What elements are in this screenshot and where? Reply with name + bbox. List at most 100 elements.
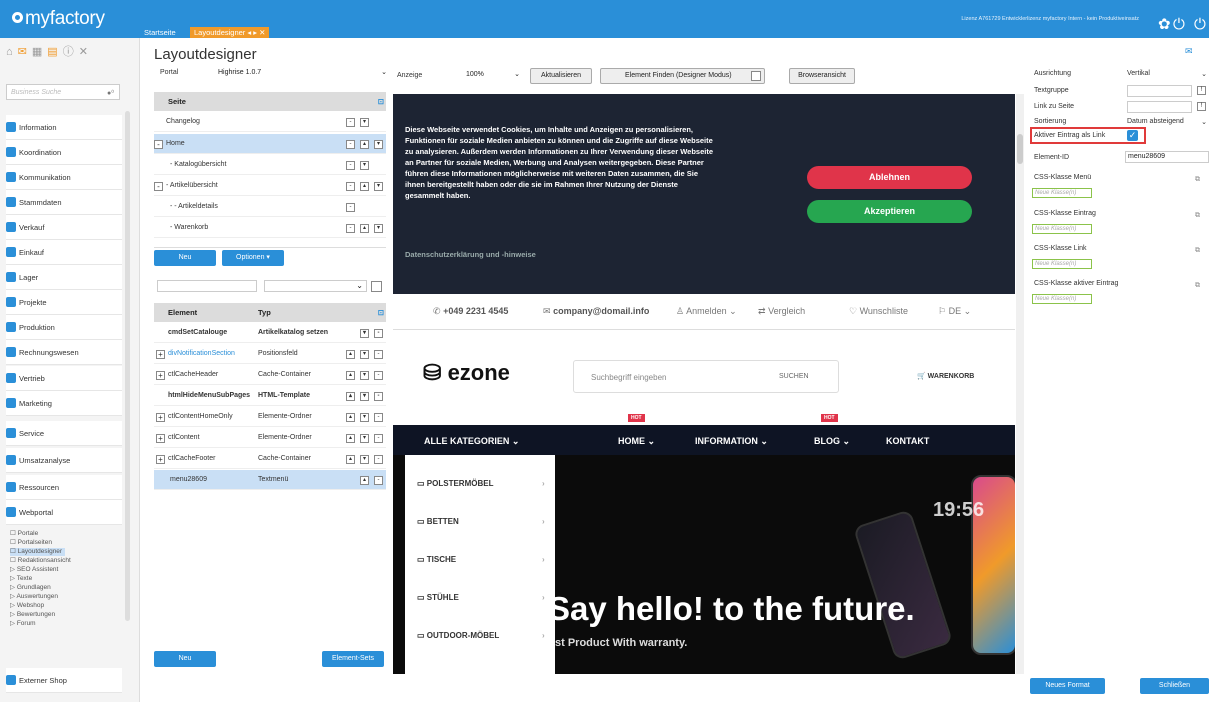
nav-marketing[interactable]: Marketing bbox=[6, 391, 122, 416]
category-item[interactable]: ▭ OUTDOOR-MÖBEL › bbox=[417, 631, 545, 640]
new-format-button[interactable]: Neues Format bbox=[1030, 678, 1105, 694]
row-checkbox[interactable]: - bbox=[346, 203, 355, 212]
row-up-icon[interactable]: ▴ bbox=[346, 371, 355, 380]
row-menu-icon[interactable]: ▾ bbox=[360, 118, 369, 127]
copy-icon[interactable]: ⧉ bbox=[1195, 176, 1200, 184]
business-search-input[interactable]: Business Suche bbox=[6, 84, 120, 100]
element-row[interactable]: + ctlCacheFooter Cache-Container ▴ ▾ - bbox=[154, 449, 386, 469]
expand-row-icon[interactable]: + bbox=[156, 455, 165, 464]
filter-input[interactable] bbox=[157, 280, 257, 292]
sidebar-scrollbar[interactable] bbox=[125, 111, 130, 621]
aktiv-link-checkbox[interactable]: ✓ bbox=[1127, 130, 1138, 141]
subnav-webshop[interactable]: ▷ Webshop bbox=[10, 602, 44, 610]
category-item[interactable]: ▭ STÜHLE › bbox=[417, 593, 545, 602]
element-row-selected[interactable]: menu28609 Textmenü ▴ - bbox=[154, 470, 386, 490]
email-info[interactable]: ✉ company@domail.info bbox=[543, 306, 649, 317]
css-aktiv-input[interactable]: Neue Klasse(n) bbox=[1032, 294, 1092, 304]
row-checkbox[interactable]: - bbox=[346, 140, 355, 149]
expand-row-icon[interactable]: + bbox=[156, 371, 165, 380]
page-row[interactable]: - Katalogübersicht - ▾ bbox=[154, 155, 386, 175]
page-row[interactable]: Changelog - ▾ bbox=[154, 112, 386, 132]
page-row[interactable]: -- Artikelübersicht - ▴ ▾ bbox=[154, 176, 386, 196]
subnav-portale[interactable]: ☐ Portale bbox=[10, 530, 38, 538]
row-up-icon[interactable]: ▴ bbox=[360, 476, 369, 485]
row-more-icon[interactable]: - bbox=[374, 413, 383, 422]
nav-webportal[interactable]: Webportal bbox=[6, 500, 122, 525]
page-row[interactable]: - Home - ▴ ▾ bbox=[154, 134, 386, 154]
mail-icon[interactable]: ✉ bbox=[18, 46, 32, 58]
nav-produktion[interactable]: Produktion bbox=[6, 315, 122, 340]
nav-blog[interactable]: BLOG ⌄ bbox=[814, 436, 850, 447]
tab-startseite[interactable]: Startseite bbox=[140, 27, 180, 38]
home-icon[interactable]: ⌂ bbox=[6, 46, 18, 58]
row-up-icon[interactable]: ▴ bbox=[346, 434, 355, 443]
element-sets-button[interactable]: Element-Sets bbox=[322, 651, 384, 667]
copy-icon[interactable]: ⧉ bbox=[1195, 212, 1200, 220]
website-preview[interactable]: Diese Webseite verwendet Cookies, um Inh… bbox=[393, 94, 1015, 674]
row-menu-icon[interactable]: ▾ bbox=[360, 371, 369, 380]
preview-scroll-thumb[interactable] bbox=[1017, 134, 1023, 164]
subnav-grundlagen[interactable]: ▷ Grundlagen bbox=[10, 584, 51, 592]
subnav-texte[interactable]: ▷ Texte bbox=[10, 575, 32, 583]
nav-stammdaten[interactable]: Stammdaten bbox=[6, 190, 122, 215]
brand-logo[interactable]: ⛁ ezone bbox=[423, 360, 510, 386]
nav-umsatzanalyse[interactable]: Umsatzanalyse bbox=[6, 448, 122, 473]
filter-checkbox[interactable] bbox=[371, 281, 382, 292]
options-button[interactable]: Optionen ▾ bbox=[222, 250, 284, 266]
expand-row-icon[interactable]: + bbox=[156, 350, 165, 359]
portal-select[interactable]: Highrise 1.0.7 ⌄ bbox=[214, 66, 389, 79]
row-more-icon[interactable]: - bbox=[374, 476, 383, 485]
row-up-icon[interactable]: ▴ bbox=[346, 413, 355, 422]
row-menu-icon[interactable]: ▾ bbox=[374, 224, 383, 233]
privacy-link[interactable]: Datenschutzerklärung und -hinweise bbox=[405, 250, 536, 259]
refresh-button[interactable]: Aktualisieren bbox=[530, 68, 592, 84]
row-up-icon[interactable]: ▴ bbox=[346, 392, 355, 401]
wishlist-link[interactable]: ♡ Wunschliste bbox=[849, 306, 908, 317]
nav-kontakt[interactable]: KONTAKT bbox=[886, 436, 929, 446]
calendar-icon[interactable]: ▦ bbox=[32, 46, 47, 58]
copy-icon[interactable]: ⧉ bbox=[1195, 282, 1200, 290]
css-link-input[interactable]: Neue Klasse(n) bbox=[1032, 259, 1092, 269]
designer-mode-checkbox[interactable] bbox=[751, 71, 761, 81]
row-menu-icon[interactable]: ▾ bbox=[360, 413, 369, 422]
row-more-icon[interactable]: - bbox=[374, 455, 383, 464]
site-search-box[interactable]: Suchbegriff eingeben SUCHEN bbox=[573, 360, 839, 393]
nav-vertrieb[interactable]: Vertrieb bbox=[6, 366, 122, 391]
link-seite-input[interactable] bbox=[1127, 101, 1192, 113]
site-search-input[interactable]: Suchbegriff eingeben bbox=[591, 373, 666, 382]
category-item[interactable]: ▭ BETTEN › bbox=[417, 517, 545, 526]
element-id-input[interactable]: menu28609 bbox=[1125, 151, 1209, 163]
row-checkbox[interactable]: - bbox=[346, 224, 355, 233]
subnav-bewertungen[interactable]: ▷ Bewertungen bbox=[10, 611, 55, 619]
row-menu-icon[interactable]: ▾ bbox=[374, 140, 383, 149]
reject-cookies-button[interactable]: Ablehnen bbox=[807, 166, 972, 189]
collapse-icon[interactable]: - bbox=[154, 182, 163, 191]
row-menu-icon[interactable]: ▾ bbox=[360, 434, 369, 443]
expand-icon[interactable]: ⊡ bbox=[378, 303, 384, 322]
row-up-icon[interactable]: ▴ bbox=[360, 224, 369, 233]
row-up-icon[interactable]: ▴ bbox=[360, 182, 369, 191]
element-row[interactable]: + ctlContentHomeOnly Elemente-Ordner ▴ ▾ - bbox=[154, 407, 386, 427]
preview-scrollbar[interactable] bbox=[1016, 94, 1024, 674]
nav-koordination[interactable]: Koordination bbox=[6, 140, 122, 165]
row-up-icon[interactable]: ▴ bbox=[346, 455, 355, 464]
gear-icon[interactable]: ✿ bbox=[1158, 17, 1171, 32]
page-row[interactable]: - Warenkorb - ▴ ▾ bbox=[154, 218, 386, 238]
subnav-forum[interactable]: ▷ Forum bbox=[10, 620, 36, 628]
nav-einkauf[interactable]: Einkauf bbox=[6, 240, 122, 265]
nav-projekte[interactable]: Projekte bbox=[6, 290, 122, 315]
nav-home[interactable]: HOME ⌄ bbox=[618, 436, 655, 447]
accept-cookies-button[interactable]: Akzeptieren bbox=[807, 200, 972, 223]
language-select[interactable]: ⚐ DE ⌄ bbox=[938, 306, 971, 317]
subnav-portalseiten[interactable]: ☐ Portalseiten bbox=[10, 539, 52, 547]
css-eintrag-input[interactable]: Neue Klasse(n) bbox=[1032, 224, 1092, 234]
row-up-icon[interactable]: ▴ bbox=[346, 350, 355, 359]
nav-service[interactable]: Service bbox=[6, 421, 122, 446]
new-element-button[interactable]: Neu bbox=[154, 651, 216, 667]
compare-link[interactable]: ⇄ Vergleich bbox=[758, 306, 805, 317]
row-checkbox[interactable]: - bbox=[346, 182, 355, 191]
row-menu-icon[interactable]: ▾ bbox=[360, 350, 369, 359]
textgruppe-lookup-icon[interactable]: ! bbox=[1197, 86, 1206, 95]
category-item[interactable]: ▭ POLSTERMÖBEL › bbox=[417, 479, 545, 488]
row-more-icon[interactable]: - bbox=[374, 371, 383, 380]
